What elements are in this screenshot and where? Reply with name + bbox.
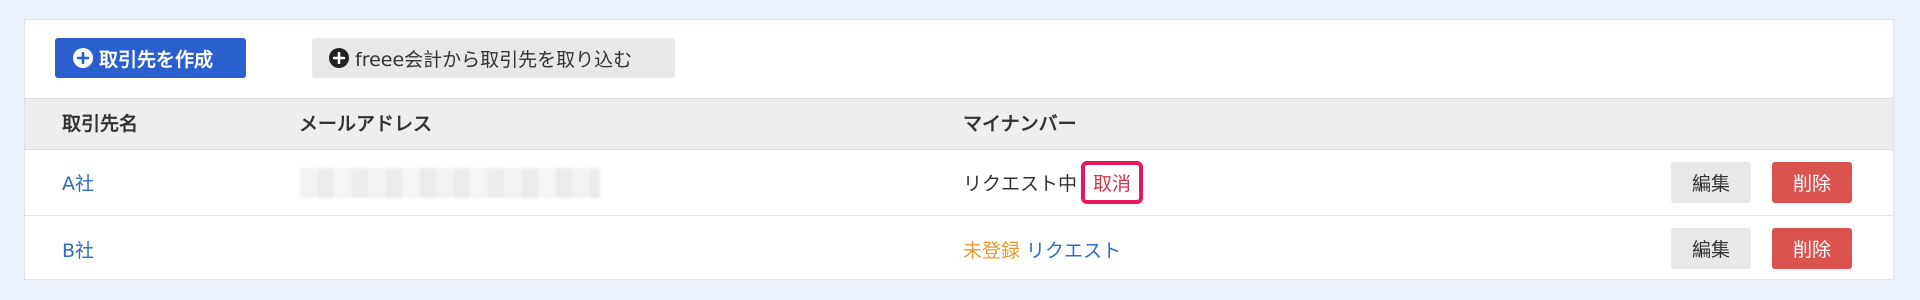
toolbar: 取引先を作成 freee会計から取引先を取り込む (25, 20, 1893, 98)
masked-email (300, 167, 600, 198)
import-from-freee-label: freee会計から取引先を取り込む (355, 48, 633, 71)
table-row: A社 リクエスト中 取消 編集 削除 (25, 150, 1893, 216)
plus-circle-icon (73, 48, 93, 68)
edit-button[interactable]: 編集 (1671, 162, 1751, 203)
send-request-link[interactable]: リクエスト (1026, 236, 1121, 263)
column-header-name: 取引先名 (62, 113, 139, 135)
edit-button[interactable]: 編集 (1671, 228, 1751, 269)
client-name-link[interactable]: B社 (62, 236, 94, 263)
cancel-request-link[interactable]: 取消 (1081, 161, 1144, 204)
client-name-link[interactable]: A社 (62, 169, 94, 196)
column-header-email: メールアドレス (299, 113, 433, 135)
create-client-button[interactable]: 取引先を作成 (55, 38, 246, 78)
import-from-freee-button[interactable]: freee会計から取引先を取り込む (312, 38, 675, 78)
delete-button[interactable]: 削除 (1772, 162, 1852, 203)
mynumber-status: リクエスト中 (963, 173, 1078, 195)
client-list-panel: 取引先を作成 freee会計から取引先を取り込む 取引先名 メールアドレス マイ… (24, 19, 1894, 280)
column-header-mynumber: マイナンバー (963, 113, 1077, 135)
plus-circle-icon (329, 48, 349, 68)
mynumber-status: 未登録 (963, 239, 1021, 262)
table-header: 取引先名 メールアドレス マイナンバー (25, 98, 1893, 150)
table-row: B社 未登録 リクエスト 編集 削除 (25, 216, 1893, 282)
create-client-label: 取引先を作成 (99, 48, 214, 71)
delete-button[interactable]: 削除 (1772, 228, 1852, 269)
